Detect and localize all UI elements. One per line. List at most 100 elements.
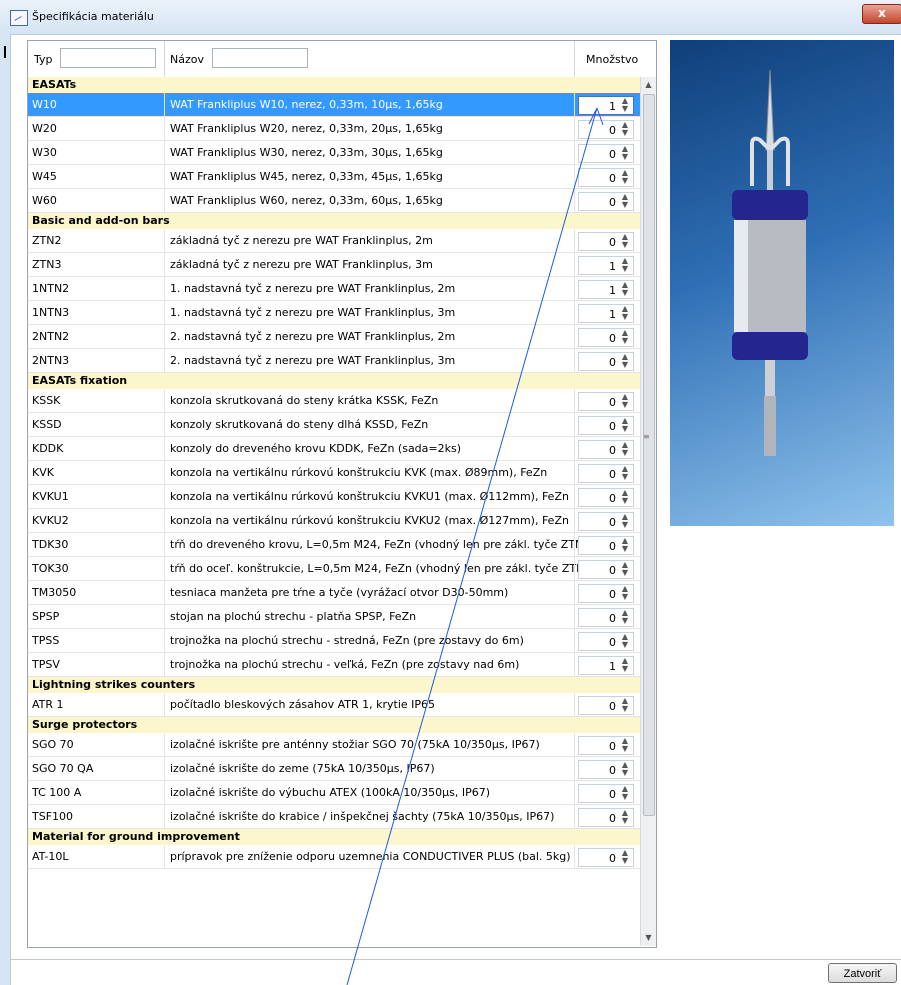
table-row[interactable]: TDK30 tŕň do dreveného krovu, L=0,5m M24,… xyxy=(28,533,640,557)
quantity-stepper[interactable]: 1 ▲ ▼ xyxy=(578,280,634,299)
table-row[interactable]: W45 WAT Frankliplus W45, nerez, 0,33m, 45… xyxy=(28,165,640,189)
table-row[interactable]: KVKU1 konzola na vertikálnu rúrkovú konšt… xyxy=(28,485,640,509)
quantity-stepper[interactable]: 0 ▲ ▼ xyxy=(578,328,634,347)
quantity-stepper[interactable]: 0 ▲ ▼ xyxy=(578,512,634,531)
spin-arrows-icon[interactable]: ▲ ▼ xyxy=(620,281,630,298)
scroll-thumb[interactable] xyxy=(643,94,655,816)
spin-arrows-icon[interactable]: ▲ ▼ xyxy=(620,257,630,274)
table-row[interactable]: 1NTN2 1. nadstavná tyč z nerezu pre WAT F… xyxy=(28,277,640,301)
table-row[interactable]: KVKU2 konzola na vertikálnu rúrkovú konšt… xyxy=(28,509,640,533)
table-row[interactable]: KVK konzola na vertikálnu rúrkovú konštru… xyxy=(28,461,640,485)
spin-arrows-icon[interactable]: ▲ ▼ xyxy=(620,489,630,506)
spin-arrows-icon[interactable]: ▲ ▼ xyxy=(620,465,630,482)
quantity-stepper[interactable]: 0 ▲ ▼ xyxy=(578,488,634,507)
table-row[interactable]: 2NTN2 2. nadstavná tyč z nerezu pre WAT F… xyxy=(28,325,640,349)
spin-arrows-icon[interactable]: ▲ ▼ xyxy=(620,417,630,434)
spin-arrows-icon[interactable]: ▲ ▼ xyxy=(620,353,630,370)
table-row[interactable]: W10 WAT Frankliplus W10, nerez, 0,33m, 10… xyxy=(28,93,640,117)
table-row[interactable]: 2NTN3 2. nadstavná tyč z nerezu pre WAT F… xyxy=(28,349,640,373)
table-row[interactable]: KDDK konzoly do dreveného krovu KDDK, FeZ… xyxy=(28,437,640,461)
quantity-stepper[interactable]: 0 ▲ ▼ xyxy=(578,808,634,827)
spin-arrows-icon[interactable]: ▲ ▼ xyxy=(620,561,630,578)
quantity-stepper[interactable]: 0 ▲ ▼ xyxy=(578,168,634,187)
table-row[interactable]: TM3050 tesniaca manžeta pre tŕne a tyče (… xyxy=(28,581,640,605)
quantity-stepper[interactable]: 0 ▲ ▼ xyxy=(578,192,634,211)
typ-filter-input[interactable] xyxy=(60,48,156,68)
table-row[interactable]: 1NTN3 1. nadstavná tyč z nerezu pre WAT F… xyxy=(28,301,640,325)
spin-arrows-icon[interactable]: ▲ ▼ xyxy=(620,305,630,322)
nazov-filter-input[interactable] xyxy=(212,48,308,68)
spin-arrows-icon[interactable]: ▲ ▼ xyxy=(620,97,630,114)
table-row[interactable]: AT-10L prípravok pre zníženie odporu uzem… xyxy=(28,845,640,869)
table-row[interactable]: W60 WAT Frankliplus W60, nerez, 0,33m, 60… xyxy=(28,189,640,213)
spin-arrows-icon[interactable]: ▲ ▼ xyxy=(620,169,630,186)
spin-arrows-icon[interactable]: ▲ ▼ xyxy=(620,633,630,650)
table-row[interactable]: ATR 1 počítadlo bleskových zásahov ATR 1,… xyxy=(28,693,640,717)
quantity-stepper[interactable]: 0 ▲ ▼ xyxy=(578,416,634,435)
spin-arrows-icon[interactable]: ▲ ▼ xyxy=(620,121,630,138)
quantity-stepper[interactable]: 0 ▲ ▼ xyxy=(578,392,634,411)
table-row[interactable]: W20 WAT Frankliplus W20, nerez, 0,33m, 20… xyxy=(28,117,640,141)
column-divider xyxy=(164,781,165,804)
nazov-cell: izolačné iskrište do zeme (75kA 10/350μs… xyxy=(170,762,435,775)
quantity-stepper[interactable]: 0 ▲ ▼ xyxy=(578,120,634,139)
spin-arrows-icon[interactable]: ▲ ▼ xyxy=(620,849,630,866)
quantity-stepper[interactable]: 0 ▲ ▼ xyxy=(578,232,634,251)
table-row[interactable]: TC 100 A izolačné iskrište do výbuchu ATE… xyxy=(28,781,640,805)
spin-arrows-icon[interactable]: ▲ ▼ xyxy=(620,537,630,554)
quantity-stepper[interactable]: 0 ▲ ▼ xyxy=(578,144,634,163)
table-row[interactable]: SPSP stojan na plochú strechu - platňa SP… xyxy=(28,605,640,629)
table-row[interactable]: TPSV trojnožka na plochú strechu - veľká,… xyxy=(28,653,640,677)
spin-arrows-icon[interactable]: ▲ ▼ xyxy=(620,761,630,778)
spin-arrows-icon[interactable]: ▲ ▼ xyxy=(620,441,630,458)
spin-arrows-icon[interactable]: ▲ ▼ xyxy=(620,809,630,826)
quantity-stepper[interactable]: 0 ▲ ▼ xyxy=(578,608,634,627)
spin-arrows-icon[interactable]: ▲ ▼ xyxy=(620,609,630,626)
table-row[interactable]: ZTN2 základná tyč z nerezu pre WAT Frankl… xyxy=(28,229,640,253)
quantity-stepper[interactable]: 0 ▲ ▼ xyxy=(578,760,634,779)
quantity-stepper[interactable]: 0 ▲ ▼ xyxy=(578,632,634,651)
quantity-stepper[interactable]: 0 ▲ ▼ xyxy=(578,560,634,579)
quantity-value: 0 xyxy=(609,564,616,577)
spin-arrows-icon[interactable]: ▲ ▼ xyxy=(620,393,630,410)
table-row[interactable]: TSF100 izolačné iskrište do krabice / inš… xyxy=(28,805,640,829)
table-row[interactable]: TPSS trojnožka na plochú strechu - stredn… xyxy=(28,629,640,653)
scroll-up-icon[interactable]: ▲ xyxy=(641,77,656,93)
table-row[interactable]: KSSD konzoly skrutkovaná do steny dlhá KS… xyxy=(28,413,640,437)
column-divider xyxy=(574,605,575,628)
table-row[interactable]: TOK30 tŕň do oceľ. konštrukcie, L=0,5m M2… xyxy=(28,557,640,581)
quantity-stepper[interactable]: 0 ▲ ▼ xyxy=(578,696,634,715)
quantity-stepper[interactable]: 0 ▲ ▼ xyxy=(578,464,634,483)
window-close-button[interactable]: x xyxy=(862,4,901,24)
table-row[interactable]: W30 WAT Frankliplus W30, nerez, 0,33m, 30… xyxy=(28,141,640,165)
quantity-stepper[interactable]: 1 ▲ ▼ xyxy=(578,304,634,323)
quantity-stepper[interactable]: 0 ▲ ▼ xyxy=(578,440,634,459)
spin-arrows-icon[interactable]: ▲ ▼ xyxy=(620,329,630,346)
spin-arrows-icon[interactable]: ▲ ▼ xyxy=(620,785,630,802)
table-row[interactable]: SGO 70 izolačné iskrište pre anténny stož… xyxy=(28,733,640,757)
spin-arrows-icon[interactable]: ▲ ▼ xyxy=(620,513,630,530)
quantity-stepper[interactable]: 1 ▲ ▼ xyxy=(578,256,634,275)
spin-arrows-icon[interactable]: ▲ ▼ xyxy=(620,697,630,714)
vertical-scrollbar[interactable]: ▲ ≡ ▼ xyxy=(640,77,656,946)
table-row[interactable]: SGO 70 QA izolačné iskrište do zeme (75kA… xyxy=(28,757,640,781)
quantity-stepper[interactable]: 1 ▲ ▼ xyxy=(578,96,634,115)
quantity-stepper[interactable]: 0 ▲ ▼ xyxy=(578,736,634,755)
quantity-stepper[interactable]: 0 ▲ ▼ xyxy=(578,536,634,555)
spin-arrows-icon[interactable]: ▲ ▼ xyxy=(620,145,630,162)
spin-arrows-icon[interactable]: ▲ ▼ xyxy=(620,657,630,674)
table-row[interactable]: ZTN3 základná tyč z nerezu pre WAT Frankl… xyxy=(28,253,640,277)
scroll-down-icon[interactable]: ▼ xyxy=(641,930,656,946)
spin-arrows-icon[interactable]: ▲ ▼ xyxy=(620,737,630,754)
table-row[interactable]: KSSK konzola skrutkovaná do steny krátka … xyxy=(28,389,640,413)
spin-arrows-icon[interactable]: ▲ ▼ xyxy=(620,233,630,250)
quantity-stepper[interactable]: 0 ▲ ▼ xyxy=(578,848,634,867)
quantity-stepper[interactable]: 1 ▲ ▼ xyxy=(578,656,634,675)
quantity-stepper[interactable]: 0 ▲ ▼ xyxy=(578,584,634,603)
nazov-cell: konzola na vertikálnu rúrkovú konštrukci… xyxy=(170,466,548,479)
spin-arrows-icon[interactable]: ▲ ▼ xyxy=(620,585,630,602)
close-dialog-button[interactable]: Zatvoriť xyxy=(828,963,897,983)
quantity-stepper[interactable]: 0 ▲ ▼ xyxy=(578,352,634,371)
spin-arrows-icon[interactable]: ▲ ▼ xyxy=(620,193,630,210)
quantity-stepper[interactable]: 0 ▲ ▼ xyxy=(578,784,634,803)
